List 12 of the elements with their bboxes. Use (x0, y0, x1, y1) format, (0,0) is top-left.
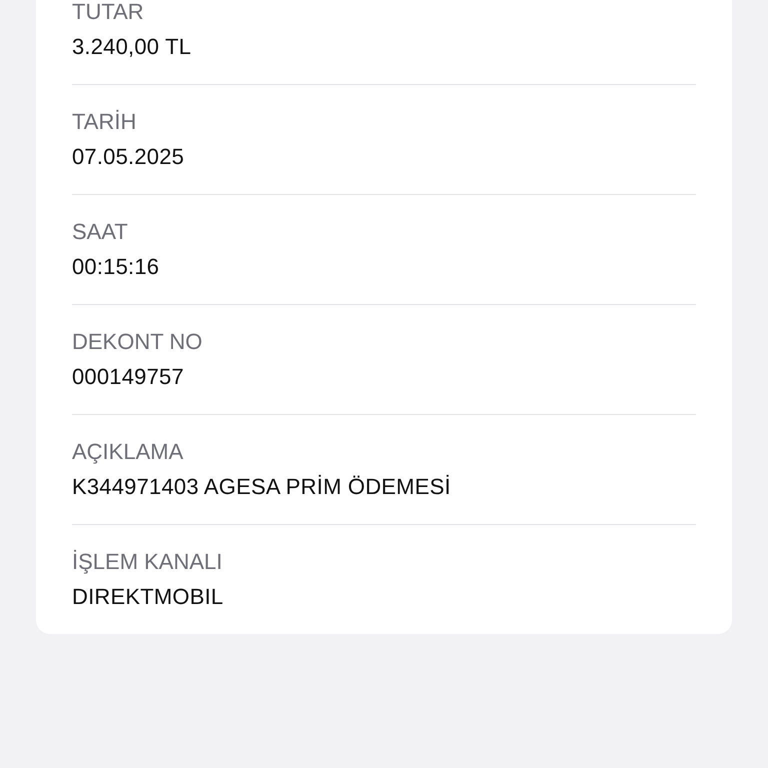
field-value: 000149757 (72, 365, 184, 389)
field-label: İŞLEM KANALI (72, 550, 222, 574)
field-label: TUTAR (72, 0, 144, 24)
field-value: K344971403 AGESA PRİM ÖDEMESİ (72, 475, 451, 499)
field-value: 3.240,00 TL (72, 35, 192, 59)
field-label: TARİH (72, 110, 136, 134)
field-value: 07.05.2025 (72, 145, 184, 169)
field-label: AÇIKLAMA (72, 440, 184, 464)
field-label: SAAT (72, 220, 128, 244)
field-value: DIREKTMOBIL (72, 585, 224, 609)
field-value: 00:15:16 (72, 255, 160, 279)
field-label: DEKONT NO (72, 330, 202, 354)
